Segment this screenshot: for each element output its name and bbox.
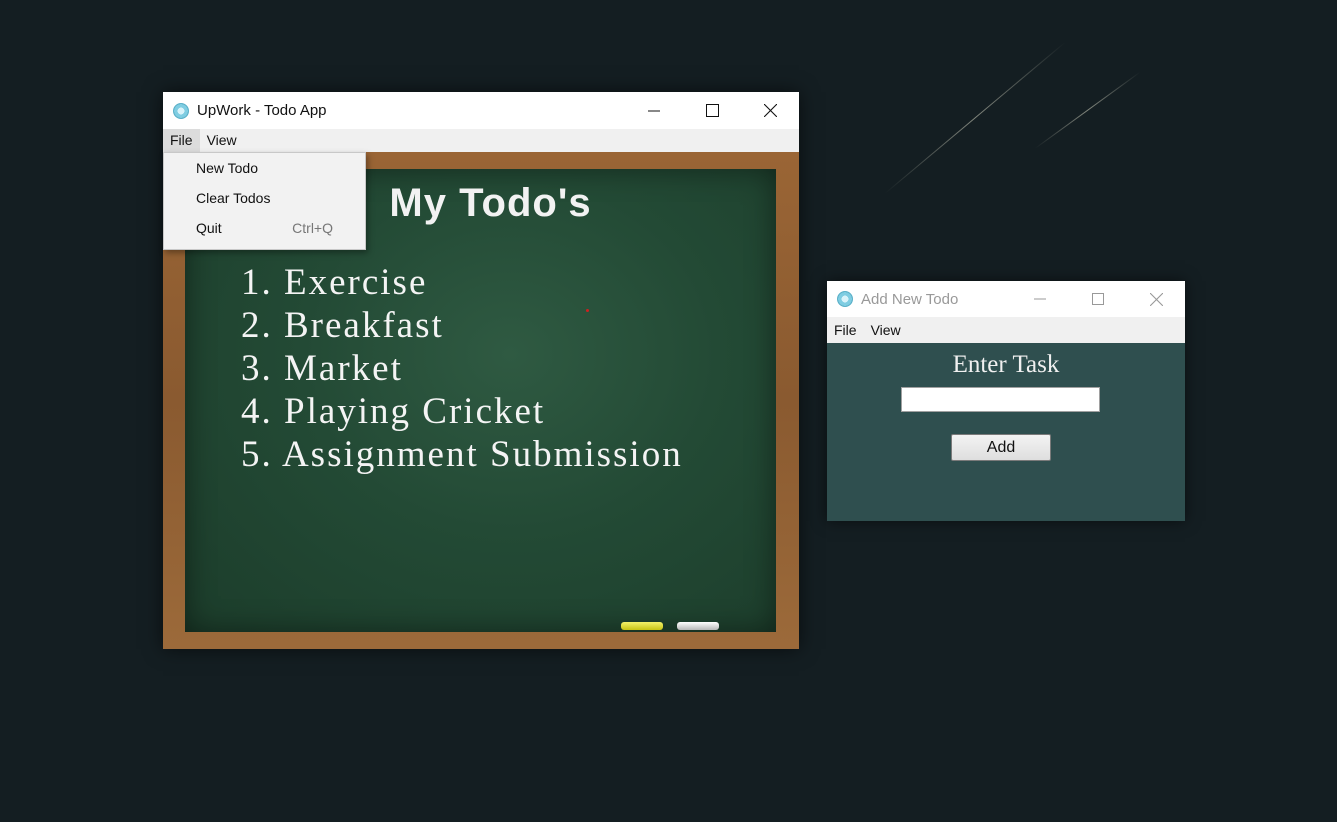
add-button[interactable]: Add xyxy=(951,434,1051,461)
electron-app-icon xyxy=(837,291,853,307)
yellow-chalk xyxy=(621,622,663,630)
maximize-button[interactable] xyxy=(1069,281,1127,317)
maximize-icon xyxy=(1092,293,1104,305)
todo-item: 5. Assignment Submission xyxy=(241,434,683,475)
menu-item-label: Clear Todos xyxy=(196,190,271,206)
menu-item-new-todo[interactable]: New Todo xyxy=(164,153,365,183)
background-streak xyxy=(1034,71,1141,149)
menu-view[interactable]: View xyxy=(200,129,244,152)
file-dropdown-menu: New Todo Clear Todos Quit Ctrl+Q xyxy=(163,152,366,250)
menu-item-shortcut: Ctrl+Q xyxy=(292,220,333,236)
close-button[interactable] xyxy=(1127,281,1185,317)
menu-file[interactable]: File xyxy=(163,129,200,152)
close-icon xyxy=(763,104,777,117)
enter-task-heading: Enter Task xyxy=(952,351,1060,378)
white-chalk xyxy=(677,622,719,630)
add-todo-window: Add New Todo File View Enter Task Add xyxy=(827,281,1185,521)
minimize-icon xyxy=(1034,298,1046,300)
window-title: UpWork - Todo App xyxy=(197,102,327,119)
todo-item: 2. Breakfast xyxy=(241,305,444,346)
minimize-button[interactable] xyxy=(1011,281,1069,317)
menu-file[interactable]: File xyxy=(827,317,864,343)
electron-app-icon xyxy=(173,102,189,119)
todo-list: 1. Exercise 2. Breakfast 3. Market 4. Pl… xyxy=(241,261,683,476)
maximize-button[interactable] xyxy=(683,92,741,129)
add-titlebar[interactable]: Add New Todo xyxy=(827,281,1185,317)
main-menubar: File View xyxy=(163,129,799,152)
menu-item-label: New Todo xyxy=(196,160,259,176)
minimize-button[interactable] xyxy=(625,92,683,129)
close-button[interactable] xyxy=(741,92,799,129)
background-streak xyxy=(884,42,1066,194)
minimize-icon xyxy=(648,110,660,111)
todo-item: 1. Exercise xyxy=(241,262,428,303)
add-menubar: File View xyxy=(827,317,1185,343)
cursor-dot xyxy=(586,309,589,312)
menu-view[interactable]: View xyxy=(864,317,908,343)
window-title: Add New Todo xyxy=(861,290,959,308)
menu-item-clear-todos[interactable]: Clear Todos xyxy=(164,183,365,213)
task-input[interactable] xyxy=(901,387,1100,412)
todo-item: 3. Market xyxy=(241,348,403,389)
todo-item: 4. Playing Cricket xyxy=(241,391,546,432)
menu-item-label: Quit xyxy=(196,220,222,236)
close-icon xyxy=(1149,292,1163,306)
maximize-icon xyxy=(705,104,719,117)
main-titlebar[interactable]: UpWork - Todo App xyxy=(163,92,799,129)
menu-item-quit[interactable]: Quit Ctrl+Q xyxy=(164,213,365,243)
